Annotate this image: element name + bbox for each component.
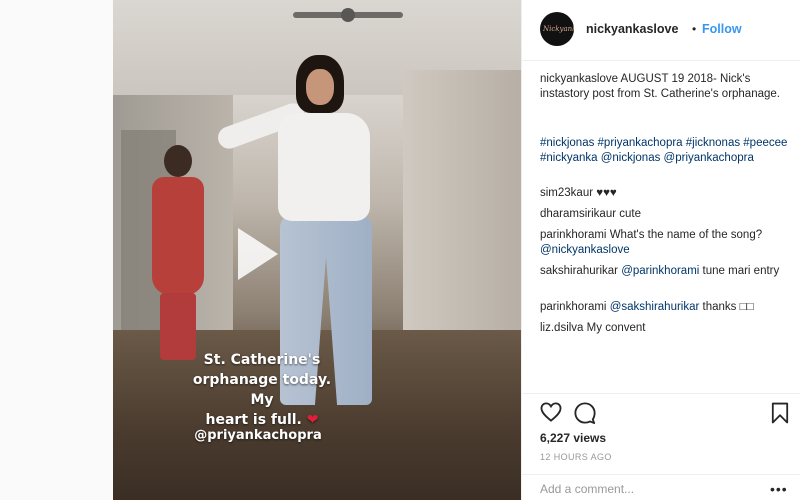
comment-username[interactable]: parinkhorami: [540, 301, 606, 313]
separator-dot: •: [692, 22, 697, 36]
story-caption-text: St. Catherine's orphanage today. My hear…: [182, 350, 342, 430]
add-comment-input[interactable]: [540, 480, 760, 498]
comment-icon[interactable]: [574, 402, 596, 427]
ceiling-fan-image: [293, 8, 403, 22]
comment-item: sim23kaur ♥♥♥: [540, 186, 792, 201]
story-mention-tag: @priyankachopra: [194, 428, 322, 443]
comment-username[interactable]: parinkhorami: [540, 229, 606, 241]
add-comment-row: •••: [522, 474, 800, 500]
comment-text: My convent: [586, 322, 646, 334]
comment-text: ♥♥♥: [596, 187, 617, 199]
comment-item: parinkhorami What's the name of the song…: [540, 228, 792, 258]
comment-text: cute: [619, 208, 642, 220]
story-caption-line: orphanage today. My: [192, 372, 332, 408]
more-options-icon[interactable]: •••: [770, 481, 788, 497]
comment-username[interactable]: liz.dsilva: [540, 322, 583, 334]
comment-item: dharamsirikaur cute: [540, 207, 792, 222]
post-timestamp[interactable]: 12 HOURS AGO: [540, 452, 612, 462]
comment-text: What's the name of the song?: [609, 229, 763, 241]
caption-username[interactable]: nickyankaslove: [540, 73, 618, 85]
caption-block: nickyankaslove AUGUST 19 2018- Nick's in…: [540, 72, 792, 102]
comment-item: liz.dsilva My convent: [540, 321, 792, 336]
follow-button[interactable]: Follow: [702, 22, 742, 36]
comment-username[interactable]: sim23kaur: [540, 187, 593, 199]
comment-item: sakshirahurikar @parinkhorami tune mari …: [540, 264, 792, 279]
view-count[interactable]: 6,227 views: [540, 431, 606, 445]
avatar[interactable]: Nickyanka: [540, 12, 574, 46]
play-icon[interactable]: [238, 228, 278, 280]
comment-username[interactable]: dharamsirikaur: [540, 208, 616, 220]
story-caption-line: heart is full. ❤: [205, 412, 319, 428]
media-scene-wall: [403, 70, 521, 355]
post-header: Nickyanka nickyankaslove • Follow: [522, 0, 800, 61]
comment-item: parinkhorami @sakshirahurikar thanks □□: [540, 300, 792, 315]
bookmark-icon[interactable]: [771, 402, 789, 427]
avatar-logo-text: Nickyanka: [543, 25, 574, 33]
heart-emoji-icon: ❤: [306, 412, 319, 428]
comment-text: thanks □□: [702, 301, 754, 313]
caption-hashtags[interactable]: #nickjonas #priyankachopra #jicknonas #p…: [540, 136, 792, 166]
comment-mention[interactable]: @nickyankaslove: [540, 244, 630, 256]
heart-icon[interactable]: [540, 402, 562, 425]
comment-text: tune mari entry: [702, 265, 780, 277]
post-side-panel: Nickyanka nickyankaslove • Follow nickya…: [521, 0, 800, 500]
post-author-username[interactable]: nickyankaslove: [586, 22, 678, 36]
comment-mention[interactable]: @parinkhorami: [621, 265, 699, 277]
comment-mention[interactable]: @sakshirahurikar: [610, 301, 700, 313]
story-caption-line: St. Catherine's: [203, 352, 321, 368]
comment-username[interactable]: sakshirahurikar: [540, 265, 618, 277]
post-actions: 6,227 views 12 HOURS AGO •••: [522, 393, 800, 500]
dancing-girl-figure: [138, 145, 208, 360]
